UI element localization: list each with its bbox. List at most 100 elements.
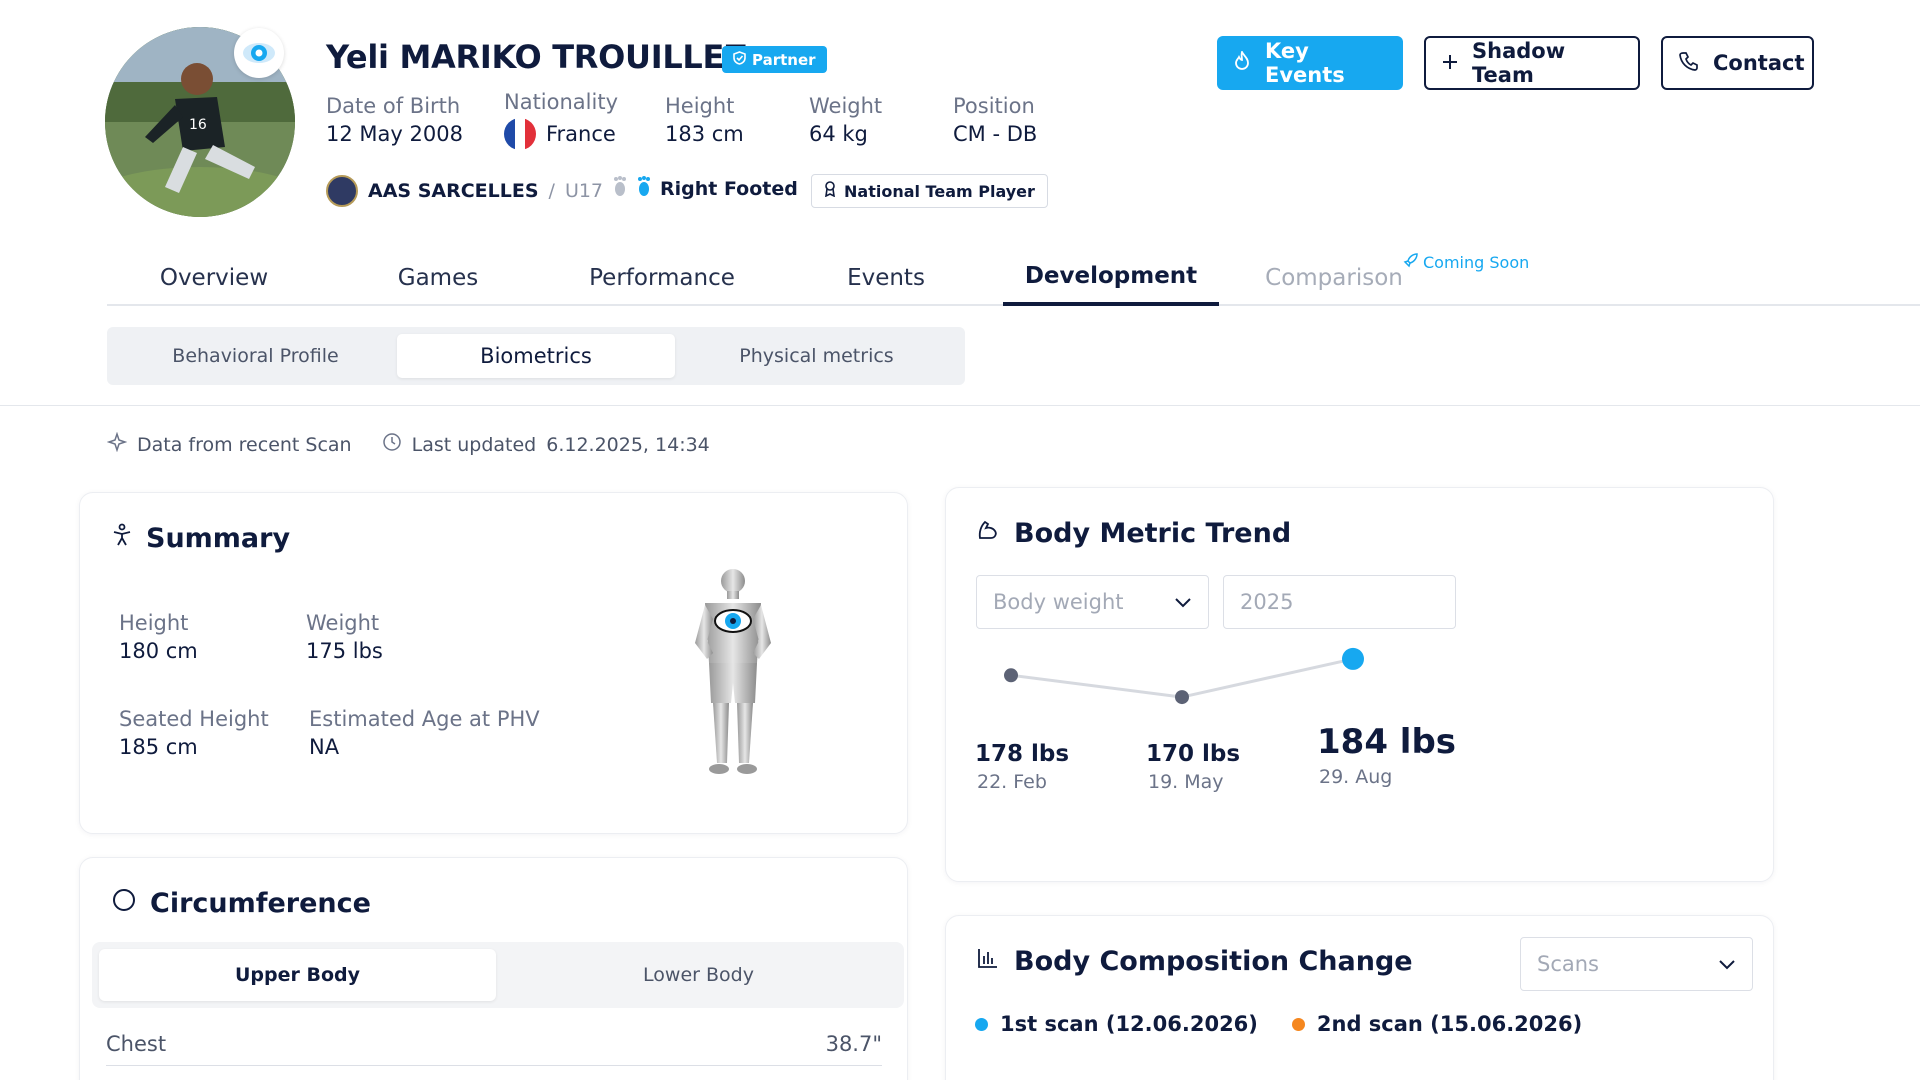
coming-soon-tag: Coming Soon: [1403, 252, 1529, 272]
shadow-team-label: Shadow Team: [1472, 39, 1566, 87]
summary-seated-value: 185 cm: [119, 735, 198, 759]
partner-badge: Partner: [722, 46, 827, 73]
summary-weight-label: Weight: [306, 611, 380, 635]
flame-icon: [1233, 49, 1251, 76]
summary-height-label: Height: [119, 611, 189, 635]
weight-label: Weight: [809, 94, 883, 118]
summary-title-row: Summary: [112, 523, 290, 554]
legend-dot-second-scan: [1291, 1017, 1305, 1031]
rocket-icon: [1403, 252, 1419, 272]
club-row: AAS SARCELLES / U17: [326, 175, 603, 207]
dob-block: Date of Birth 12 May 2008: [326, 94, 463, 146]
trend-point-date: 29. Aug: [1319, 766, 1393, 788]
national-team-label: National Team Player: [844, 181, 1035, 201]
circle-icon: [112, 888, 136, 919]
shield-icon: [733, 50, 746, 69]
body-model-figure: [683, 563, 783, 787]
tab-overview[interactable]: Overview: [107, 250, 321, 306]
club-separator: /: [548, 180, 555, 202]
trend-point-date: 19. May: [1148, 771, 1224, 793]
shadow-team-button[interactable]: Shadow Team: [1424, 36, 1640, 90]
position-label: Position: [953, 94, 1035, 118]
scans-select[interactable]: Scans: [1520, 937, 1753, 991]
trend-point-value: 178 lbs: [975, 741, 1070, 767]
composition-title: Body Composition Change: [1014, 946, 1413, 977]
footprint-left-icon: [612, 175, 628, 202]
weight-block: Weight 64 kg: [809, 94, 882, 146]
main-tabs: Overview Games Performance Events Develo…: [107, 250, 1920, 306]
scan-source-label: Data from recent Scan: [137, 433, 352, 456]
composition-title-row: Body Composition Change: [976, 946, 1413, 977]
circumference-tabs: Upper Body Lower Body: [92, 942, 904, 1008]
contact-button[interactable]: Contact: [1661, 36, 1814, 90]
foot-label: Right Footed: [660, 177, 798, 200]
partner-label: Partner: [752, 50, 816, 69]
plus-icon: [1442, 51, 1458, 75]
trend-point-labels: 178 lbs 22. Feb 170 lbs 19. May 184 lbs 29. A…: [946, 488, 1466, 883]
summary-height: Height 180 cm: [119, 611, 198, 663]
team-label: U17: [564, 180, 604, 202]
subtab-biometrics[interactable]: Biometrics: [397, 334, 675, 378]
summary-phv-label: Estimated Age at PHV: [309, 707, 540, 731]
dob-label: Date of Birth: [326, 94, 461, 118]
composition-legend: 1st scan (12.06.2026) 2nd scan (15.06.20…: [975, 1012, 1582, 1036]
chest-value: 38.7": [825, 1031, 882, 1056]
trend-point-value: 170 lbs: [1146, 741, 1241, 767]
position-block: Position CM - DB: [953, 94, 1037, 146]
trend-point-label: 184 lbs 29. Aug: [1317, 722, 1456, 788]
last-updated-label: Last updated: [411, 433, 537, 456]
tab-lower-body[interactable]: Lower Body: [500, 949, 897, 1001]
france-flag-icon: [504, 118, 536, 150]
body-metric-trend-card: Body Metric Trend Body weight 2025 178 l…: [945, 487, 1774, 882]
scan-meta-row: Data from recent Scan Last updated 6.12.…: [106, 431, 710, 457]
clock-icon: [382, 432, 402, 457]
player-name: Yeli MARIKO TROUILLEZ: [326, 38, 747, 76]
trend-point-label: 178 lbs 22. Feb: [975, 741, 1069, 793]
trend-point-label: 170 lbs 19. May: [1146, 741, 1240, 793]
tab-upper-body[interactable]: Upper Body: [99, 949, 496, 1001]
key-events-button[interactable]: Key Events: [1217, 36, 1403, 90]
trend-point-date: 22. Feb: [977, 771, 1047, 793]
legend-second-scan: 2nd scan (15.06.2026): [1316, 1012, 1583, 1036]
chest-measure-row: Chest 38.7": [106, 1022, 882, 1066]
summary-weight: Weight 175 lbs: [306, 611, 383, 663]
summary-weight-value: 175 lbs: [306, 639, 383, 663]
section-divider: [0, 405, 1920, 406]
circumference-title-row: Circumference: [112, 888, 371, 919]
legend-dot-first-scan: [975, 1017, 988, 1031]
nationality-block: Nationality France: [504, 90, 618, 150]
tab-development[interactable]: Development: [1003, 250, 1219, 306]
summary-phv: Estimated Age at PHV NA: [309, 707, 540, 759]
height-label: Height: [665, 94, 735, 118]
chest-label: Chest: [106, 1031, 167, 1056]
summary-seated-height: Seated Height 185 cm: [119, 707, 269, 759]
summary-height-value: 180 cm: [119, 639, 198, 663]
last-updated-value: 6.12.2025, 14:34: [546, 433, 710, 456]
summary-title: Summary: [146, 523, 291, 554]
subtab-behavioral-profile[interactable]: Behavioral Profile: [114, 334, 397, 378]
eye-badge-icon: [234, 28, 284, 78]
body-composition-card: Body Composition Change Scans: [945, 915, 1774, 1080]
svg-text:16: 16: [189, 117, 207, 133]
biometrics-subtabs: Behavioral Profile Biometrics Physical m…: [107, 327, 965, 385]
tab-games[interactable]: Games: [331, 250, 545, 306]
phone-icon: [1679, 51, 1699, 76]
person-icon: [112, 523, 132, 554]
summary-card: Summary Height 180 cm Weight 175 lbs Sea…: [79, 492, 908, 834]
national-team-tag: National Team Player: [811, 174, 1048, 208]
chevron-down-icon: [1718, 952, 1736, 976]
summary-phv-value: NA: [309, 735, 340, 759]
club-name[interactable]: AAS SARCELLES: [368, 180, 539, 202]
height-value: 183 cm: [665, 122, 744, 146]
legend-first-scan: 1st scan (12.06.2026): [1000, 1012, 1258, 1036]
club-logo-icon: [326, 175, 358, 207]
coming-soon-label: Coming Soon: [1423, 252, 1530, 272]
summary-seated-label: Seated Height: [119, 707, 269, 731]
sparkle-icon: [106, 431, 128, 457]
subtab-physical-metrics[interactable]: Physical metrics: [675, 334, 958, 378]
tab-events[interactable]: Events: [779, 250, 993, 306]
tab-performance[interactable]: Performance: [555, 250, 769, 306]
position-value: CM - DB: [953, 122, 1038, 146]
foot-row: Right Footed: [612, 175, 798, 202]
circumference-title: Circumference: [150, 888, 371, 919]
